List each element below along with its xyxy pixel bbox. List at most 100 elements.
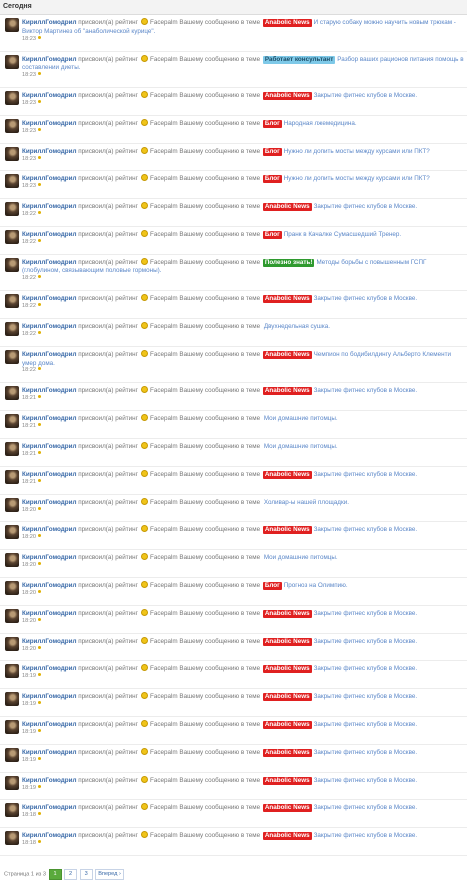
rating-dot-icon (38, 72, 41, 75)
page-3-button[interactable]: 3 (79, 869, 93, 880)
user-link[interactable]: КириллГомодрил (22, 175, 77, 182)
timestamp-text: 18:18 (22, 812, 36, 819)
topic-link[interactable]: Закрытие фитнес клубов в Москве. (314, 804, 417, 811)
topic-link[interactable]: Мои домашние питомцы. (264, 554, 338, 561)
topic-link[interactable]: Пранк в Качалке Сумасшедший Тренер. (284, 231, 401, 238)
feed-item-text: КириллГомодрил присвоил(а) рейтинг Facepa… (22, 775, 467, 786)
avatar[interactable] (5, 91, 19, 105)
user-link[interactable]: КириллГомодрил (22, 203, 77, 210)
avatar[interactable] (5, 174, 19, 189)
user-link[interactable]: КириллГомодрил (22, 56, 77, 63)
user-link[interactable]: КириллГомодрил (22, 721, 77, 728)
user-link[interactable]: КириллГомодрил (22, 19, 77, 26)
avatar[interactable] (5, 747, 19, 762)
topic-link[interactable]: Прогноз на Олимпию. (284, 582, 348, 589)
timestamp: 18:23 (22, 35, 41, 43)
user-link[interactable]: КириллГомодрил (22, 638, 77, 645)
topic-link[interactable]: Мои домашние питомцы. (264, 443, 338, 450)
topic-link[interactable]: Холивар-ы нашей площадки. (264, 499, 349, 506)
user-link[interactable]: КириллГомодрил (22, 443, 77, 450)
topic-link[interactable]: Закрытие фитнес клубов в Москве. (314, 610, 417, 617)
topic-link[interactable]: Нужно ли допить мосты между курсами или … (284, 148, 430, 155)
user-link[interactable]: КириллГомодрил (22, 804, 77, 811)
topic-link[interactable]: Закрытие фитнес клубов в Москве. (314, 777, 417, 784)
avatar[interactable] (5, 229, 19, 244)
user-link[interactable]: КириллГомодрил (22, 120, 77, 127)
topic-link[interactable]: Закрытие фитнес клубов в Москве. (314, 295, 417, 302)
topic-link[interactable]: Нужно ли допить мосты между курсами или … (284, 175, 430, 182)
topic-link[interactable]: Закрытие фитнес клубов в Москве. (314, 749, 417, 756)
user-link[interactable]: КириллГомодрил (22, 148, 77, 155)
facepalm-icon (140, 692, 148, 700)
user-link[interactable]: КириллГомодрил (22, 582, 77, 589)
avatar[interactable] (5, 580, 19, 595)
topic-link[interactable]: Закрытие фитнес клубов в Москве. (314, 387, 417, 394)
user-link[interactable]: КириллГомодрил (22, 665, 77, 672)
topic-link[interactable]: Мои домашние питомцы. (264, 415, 338, 422)
topic-link[interactable]: Двухнедельная сушка. (264, 323, 330, 330)
topic-link[interactable]: Закрытие фитнес клубов в Москве. (314, 665, 417, 672)
topic-link[interactable]: Народная лжемедицина. (284, 120, 357, 127)
avatar[interactable] (5, 118, 19, 133)
avatar[interactable] (5, 664, 19, 679)
topic-link[interactable]: Закрытие фитнес клубов в Москве. (314, 471, 417, 478)
action-text: присвоил(а) рейтинг (78, 295, 138, 303)
topic-link[interactable]: Закрытие фитнес клубов в Москве. (314, 526, 417, 533)
avatar[interactable] (5, 469, 19, 484)
avatar[interactable] (5, 553, 19, 568)
rating-dot-icon (38, 840, 41, 844)
avatar[interactable] (5, 322, 19, 337)
topic-link[interactable]: Закрытие фитнес клубов в Москве. (314, 638, 417, 645)
avatar[interactable] (5, 497, 19, 512)
avatar[interactable] (5, 608, 19, 623)
user-link[interactable]: КириллГомодрил (22, 231, 77, 238)
action-text: присвоил(а) рейтинг (78, 665, 138, 673)
user-link[interactable]: КириллГомодрил (22, 749, 77, 756)
next-page-button[interactable]: Вперед › (95, 869, 124, 880)
avatar[interactable] (5, 202, 19, 217)
avatar[interactable] (5, 257, 19, 272)
user-link[interactable]: КириллГомодрил (22, 415, 77, 422)
avatar[interactable] (5, 18, 19, 32)
avatar[interactable] (5, 525, 19, 540)
user-link[interactable]: КириллГомодрил (22, 693, 77, 700)
avatar[interactable] (5, 54, 19, 69)
avatar[interactable] (5, 719, 19, 734)
user-link[interactable]: КириллГомодрил (22, 259, 77, 266)
avatar[interactable] (5, 294, 19, 309)
user-link[interactable]: КириллГомодрил (22, 554, 77, 561)
avatar[interactable] (5, 692, 19, 707)
user-link[interactable]: КириллГомодрил (22, 92, 77, 99)
user-link[interactable]: КириллГомодрил (22, 610, 77, 617)
user-link[interactable]: КириллГомодрил (22, 777, 77, 784)
avatar[interactable] (5, 441, 19, 456)
topic-link[interactable]: Закрытие фитнес клубов в Москве. (314, 693, 417, 700)
avatar[interactable] (5, 386, 19, 401)
user-link[interactable]: КириллГомодрил (22, 295, 77, 302)
user-link[interactable]: КириллГомодрил (22, 471, 77, 478)
avatar[interactable] (5, 803, 19, 818)
avatar[interactable] (5, 146, 19, 161)
topic-link[interactable]: Закрытие фитнес клубов в Москве. (314, 832, 417, 839)
user-link[interactable]: КириллГомодрил (22, 387, 77, 394)
user-link[interactable]: КириллГомодрил (22, 351, 77, 358)
avatar[interactable] (5, 636, 19, 651)
timestamp: 18:19 (22, 673, 41, 680)
page-1-button[interactable]: 1 (48, 869, 62, 880)
avatar[interactable] (5, 414, 19, 429)
avatar[interactable] (5, 775, 19, 790)
avatar[interactable] (5, 831, 19, 846)
user-link[interactable]: КириллГомодрил (22, 526, 77, 533)
timestamp: 18:18 (22, 840, 41, 847)
user-link[interactable]: КириллГомодрил (22, 499, 77, 506)
user-link[interactable]: КириллГомодрил (22, 832, 77, 839)
user-link[interactable]: КириллГомодрил (22, 323, 77, 330)
page-2-button[interactable]: 2 (64, 869, 78, 880)
topic-link[interactable]: Закрытие фитнес клубов в Москве. (314, 203, 417, 210)
topic-link[interactable]: Закрытие фитнес клубов в Москве. (314, 92, 417, 99)
avatar[interactable] (5, 349, 19, 364)
topic-link[interactable]: Закрытие фитнес клубов в Москве. (314, 721, 417, 728)
timestamp-text: 18:19 (22, 784, 36, 791)
timestamp-text: 18:21 (22, 423, 36, 430)
rating-text: Facepalm Вашему сообщению в теме (149, 554, 261, 562)
